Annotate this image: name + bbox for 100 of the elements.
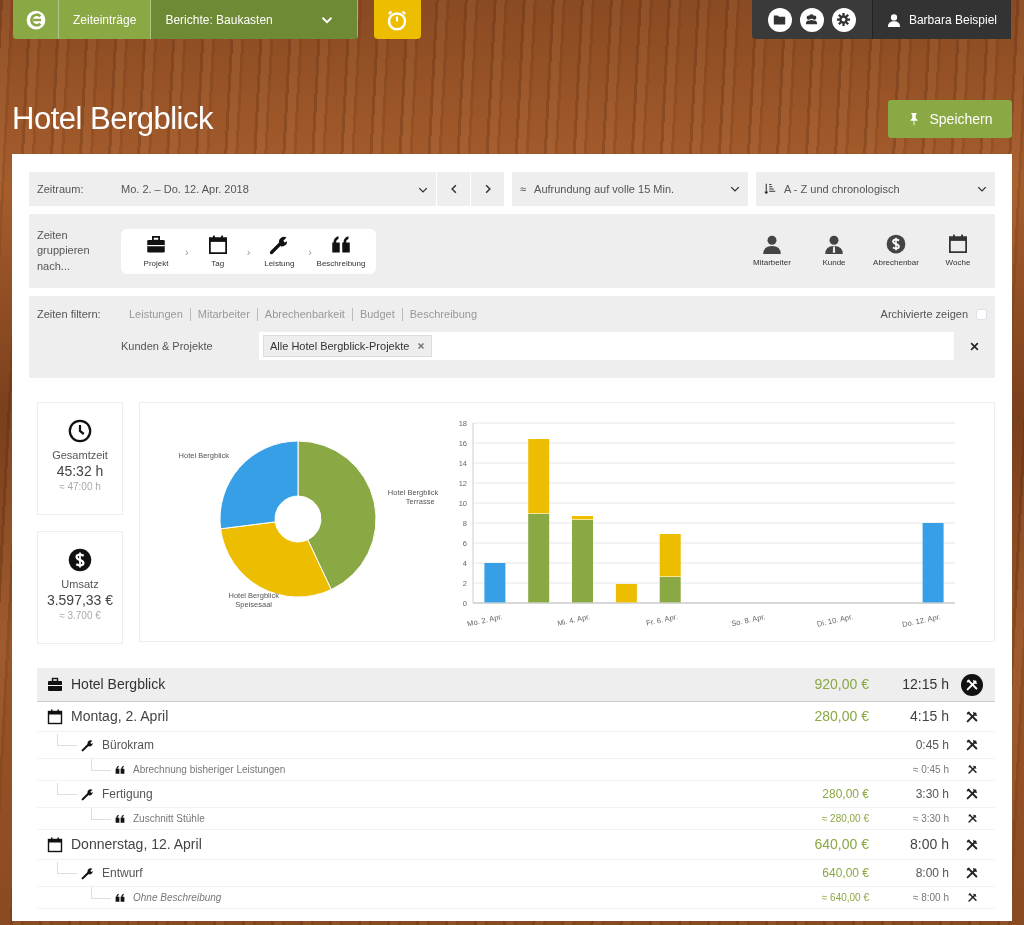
tree-line [91,807,111,820]
quote-icon [115,813,125,824]
tools-icon [965,787,979,801]
row-amount: 640,00 € [821,865,869,882]
row-time: ≈ 8:00 h [911,891,949,905]
row-amount: 280,00 € [821,786,869,803]
tools-icon [965,677,979,692]
grouping-option[interactable]: Projekt [127,234,185,270]
row-label: Donnerstag, 12. April [71,835,203,854]
row-time: 8:00 h [914,865,949,882]
chart-bar [615,584,637,603]
row-amount: 280,00 € [813,707,869,726]
rounding-dropdown[interactable]: ≈ Aufrundung auf volle 15 Min. [512,172,748,206]
approx-symbol: ≈ [520,181,527,197]
tree-line [91,886,111,899]
logo-button[interactable] [13,0,59,39]
tools-icon [966,813,978,824]
sort-icon [764,183,776,195]
person-icon [824,233,844,254]
wrench-icon [81,787,94,801]
tree-line [91,758,111,771]
briefcase-icon [146,234,166,255]
calendar-icon [948,233,968,254]
wrench-icon [269,234,290,255]
calendar-icon [47,708,63,725]
grouping-option[interactable]: Kunde [805,233,863,269]
row-amount: 640,00 € [813,835,869,854]
folder-button[interactable] [767,7,792,32]
chart-bar [484,563,506,603]
tree-line [57,862,77,874]
row-label: Abrechnung bisheriger Leistungen [133,763,287,777]
remove-icon [417,342,426,350]
sort-dropdown[interactable]: A - Z und chronologisch [756,172,995,206]
clock-icon [68,419,92,443]
stat-title: Umsatz [60,577,100,592]
tag-input[interactable]: Alle Hotel Bergblick-Projekte [259,332,954,360]
tools-button[interactable] [961,673,983,696]
grouping-option[interactable]: Beschreibung [312,234,370,270]
row-time: 0:45 h [914,737,949,754]
stat-value: 3.597,33 € [45,592,115,608]
calendar-icon [207,234,228,255]
tools-button[interactable] [965,837,979,852]
rounding-value: Aufrundung auf volle 15 Min. [534,181,676,197]
filter-label: Zeiten filtern: [37,306,102,322]
grouping-option[interactable]: Woche [929,233,987,269]
stopwatch-icon [386,8,409,31]
row-label: Hotel Bergblick [71,675,167,694]
chevron-separator: › [246,244,251,260]
row-time: ≈ 0:45 h [911,763,949,777]
stat-estimate: ≈ 47:00 h [58,479,102,494]
tools-button[interactable] [965,787,979,801]
tools-button[interactable] [966,892,978,903]
row-time: 12:15 h [901,675,949,694]
settings-button[interactable] [831,7,856,32]
quote-icon [331,234,351,255]
tools-button[interactable] [965,709,979,724]
stat-value: 45:32 h [55,463,105,479]
tools-icon [965,738,979,752]
chevron-down-icon [977,184,987,194]
wrench-icon [81,738,94,752]
sort-value: A - Z und chronologisch [784,181,901,197]
folder-icon [773,13,787,26]
team-button[interactable] [799,7,824,32]
row-time: 8:00 h [909,835,949,854]
tools-button[interactable] [965,866,979,880]
row-label: Montag, 2. April [71,707,170,726]
grouping-option[interactable]: Leistung [250,234,309,270]
grouping-option[interactable]: Tag [188,234,247,270]
period-label: Zeitraum: [36,181,85,197]
tools-icon [965,837,979,852]
row-time: ≈ 3:30 h [911,812,949,826]
row-label: Ohne Beschreibung [133,891,223,905]
archived-checkbox[interactable] [976,308,987,320]
tree-line [57,783,77,795]
timer-button[interactable] [373,0,421,39]
row-label: Bürokram [102,737,155,754]
briefcase-icon [47,676,63,693]
tools-button[interactable] [966,764,978,775]
tools-button[interactable] [966,813,978,824]
quote-icon [115,892,125,903]
grouping-option[interactable]: Mitarbeiter [743,233,801,269]
row-amount: ≈ 640,00 € [820,891,869,905]
settings-icon [836,12,852,27]
chevron-separator: › [308,244,312,260]
chevron-down-icon [730,184,740,194]
stat-title: Gesamtzeit [51,448,109,463]
tools-button[interactable] [965,738,979,752]
user-menu[interactable]: Barbara Beispiel [871,0,1011,39]
chevron-separator: › [185,244,189,260]
customers-label: Kunden & Projekte [121,338,214,354]
logo-icon [25,9,46,30]
person-icon [886,12,901,27]
archived-label: Archivierte zeigen [880,306,968,322]
row-amount: ≈ 280,00 € [820,812,869,826]
row-time: 3:30 h [914,786,949,803]
grouping-option[interactable]: Abrechenbar [867,233,925,269]
grouping-label: Zeiten gruppieren nach... [37,227,91,274]
row-time: 4:15 h [909,707,949,726]
row-label: Zuschnitt Stühle [133,812,206,826]
people-icon [804,12,820,27]
